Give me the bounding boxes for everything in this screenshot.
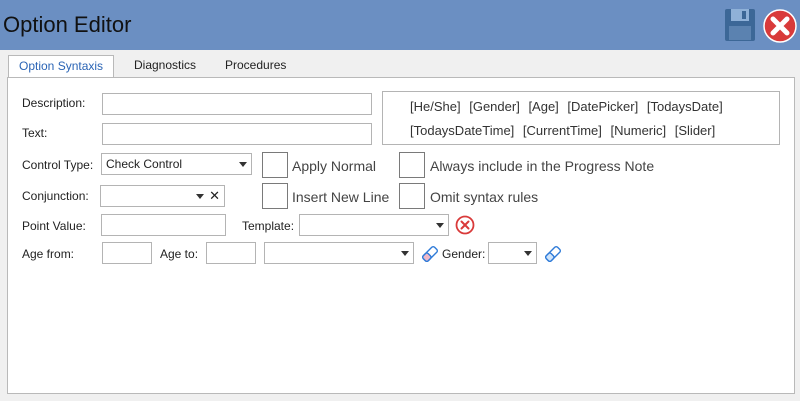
- token-he-she[interactable]: [He/She]: [410, 99, 461, 114]
- age-unit-select[interactable]: [264, 242, 414, 264]
- token-todays-date-time[interactable]: [TodaysDateTime]: [410, 123, 514, 138]
- point-value-input[interactable]: [101, 214, 226, 236]
- chevron-down-icon: [401, 251, 409, 256]
- token-todays-date[interactable]: [TodaysDate]: [647, 99, 723, 114]
- chevron-down-icon: [239, 162, 247, 167]
- eraser-icon: [544, 245, 562, 263]
- chevron-down-icon: [196, 194, 204, 199]
- text-label: Text:: [22, 126, 48, 140]
- token-age[interactable]: [Age]: [528, 99, 558, 114]
- tab-option-syntaxis[interactable]: Option Syntaxis: [8, 55, 115, 78]
- save-button[interactable]: [724, 8, 756, 42]
- insert-new-line-label: Insert New Line: [292, 189, 390, 205]
- always-include-label: Always include in the Progress Note: [430, 158, 655, 174]
- always-include-checkbox[interactable]: [399, 152, 425, 178]
- tokens-line-1: [He/She] [Gender] [Age] [DatePicker] [To…: [410, 99, 728, 114]
- window-title: Option Editor: [3, 12, 132, 37]
- control-type-select[interactable]: Check Control: [101, 153, 252, 175]
- clear-circle-x-icon: [455, 215, 475, 235]
- close-button[interactable]: [763, 9, 797, 43]
- tab-procedures[interactable]: Procedures: [225, 55, 286, 77]
- text-input[interactable]: [102, 123, 372, 145]
- insert-new-line-checkbox[interactable]: [262, 183, 288, 209]
- gender-clear-button[interactable]: [543, 244, 563, 267]
- token-date-picker[interactable]: [DatePicker]: [567, 99, 638, 114]
- omit-syntax-label: Omit syntax rules: [430, 189, 539, 205]
- token-numeric[interactable]: [Numeric]: [611, 123, 667, 138]
- apply-normal-label: Apply Normal: [292, 158, 377, 174]
- description-input[interactable]: [102, 93, 372, 115]
- tokens-line-2: [TodaysDateTime] [CurrentTime] [Numeric]…: [410, 123, 720, 138]
- template-label: Template:: [242, 219, 295, 233]
- gender-label: Gender:: [442, 247, 486, 261]
- template-select[interactable]: [299, 214, 449, 236]
- apply-normal-checkbox[interactable]: [262, 152, 288, 178]
- token-current-time[interactable]: [CurrentTime]: [523, 123, 602, 138]
- gender-select[interactable]: [488, 242, 537, 264]
- age-from-input[interactable]: [102, 242, 152, 264]
- token-slider[interactable]: [Slider]: [675, 123, 715, 138]
- control-type-value: Check Control: [106, 157, 183, 171]
- age-to-input[interactable]: [206, 242, 256, 264]
- age-to-label: Age to:: [160, 247, 199, 261]
- conjunction-select[interactable]: ✕: [100, 185, 225, 207]
- template-clear-button[interactable]: [455, 215, 475, 238]
- eraser-icon: [421, 245, 439, 263]
- tab-diagnostics[interactable]: Diagnostics: [134, 55, 196, 77]
- token-gender[interactable]: [Gender]: [469, 99, 520, 114]
- conjunction-label: Conjunction:: [22, 189, 89, 203]
- chevron-down-icon: [524, 251, 532, 256]
- omit-syntax-checkbox[interactable]: [399, 183, 425, 209]
- close-x-icon: [763, 9, 797, 43]
- syntax-tokens-box: [He/She] [Gender] [Age] [DatePicker] [To…: [382, 91, 780, 145]
- floppy-disk-icon: [725, 9, 755, 41]
- point-value-label: Point Value:: [22, 219, 86, 233]
- description-label: Description:: [22, 96, 86, 110]
- chevron-down-icon: [436, 223, 444, 228]
- conjunction-clear-icon[interactable]: ✕: [209, 186, 220, 206]
- control-type-label: Control Type:: [22, 158, 94, 172]
- age-clear-button[interactable]: [420, 244, 440, 267]
- age-from-label: Age from:: [22, 247, 75, 261]
